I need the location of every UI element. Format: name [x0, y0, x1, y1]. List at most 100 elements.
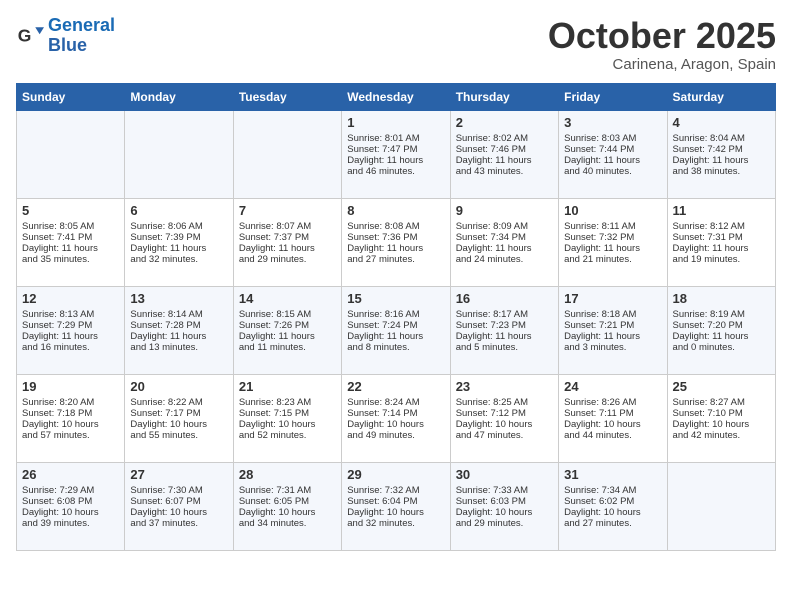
day-info-line: Daylight: 11 hours — [456, 155, 553, 166]
day-info-line: Daylight: 11 hours — [564, 155, 661, 166]
day-info-line: Daylight: 11 hours — [564, 331, 661, 342]
day-number: 16 — [456, 291, 553, 306]
day-info-line: Sunrise: 8:19 AM — [673, 309, 770, 320]
day-info-line: Daylight: 10 hours — [673, 419, 770, 430]
day-info-line: Sunset: 7:41 PM — [22, 232, 119, 243]
day-info-line: Sunrise: 8:08 AM — [347, 221, 444, 232]
day-info-line: Sunset: 7:42 PM — [673, 144, 770, 155]
day-info-line: Sunset: 6:05 PM — [239, 496, 336, 507]
day-info-line: Sunset: 7:36 PM — [347, 232, 444, 243]
weekday-header-row: SundayMondayTuesdayWednesdayThursdayFrid… — [17, 83, 776, 110]
day-number: 31 — [564, 467, 661, 482]
day-info-line: Sunset: 7:20 PM — [673, 320, 770, 331]
day-info-line: Sunrise: 8:07 AM — [239, 221, 336, 232]
weekday-header-cell: Monday — [125, 83, 233, 110]
calendar-week-row: 19Sunrise: 8:20 AMSunset: 7:18 PMDayligh… — [17, 374, 776, 462]
day-info-line: Sunrise: 8:27 AM — [673, 397, 770, 408]
calendar-cell: 28Sunrise: 7:31 AMSunset: 6:05 PMDayligh… — [233, 462, 341, 550]
day-info-line: Sunrise: 7:32 AM — [347, 485, 444, 496]
day-info-line: and 44 minutes. — [564, 430, 661, 441]
day-info-line: Sunrise: 8:25 AM — [456, 397, 553, 408]
calendar-week-row: 26Sunrise: 7:29 AMSunset: 6:08 PMDayligh… — [17, 462, 776, 550]
day-info-line: Sunset: 7:23 PM — [456, 320, 553, 331]
day-number: 7 — [239, 203, 336, 218]
day-info-line: Sunrise: 8:22 AM — [130, 397, 227, 408]
day-info-line: and 3 minutes. — [564, 342, 661, 353]
day-info-line: Daylight: 11 hours — [347, 155, 444, 166]
day-number: 17 — [564, 291, 661, 306]
day-info-line: Daylight: 10 hours — [456, 419, 553, 430]
day-info-line: Sunset: 7:32 PM — [564, 232, 661, 243]
day-info-line: and 29 minutes. — [239, 254, 336, 265]
calendar-cell: 6 Sunrise: 8:06 AMSunset: 7:39 PMDaylight… — [125, 198, 233, 286]
logo: G General Blue — [16, 16, 115, 56]
logo-text: General Blue — [48, 16, 115, 56]
calendar-cell: 4Sunrise: 8:04 AMSunset: 7:42 PMDaylight… — [667, 110, 775, 198]
day-info-line: Sunset: 7:44 PM — [564, 144, 661, 155]
day-info-line: Daylight: 10 hours — [564, 507, 661, 518]
calendar-cell: 25Sunrise: 8:27 AMSunset: 7:10 PMDayligh… — [667, 374, 775, 462]
day-info-line: and 39 minutes. — [22, 518, 119, 529]
day-info-line: Sunrise: 8:24 AM — [347, 397, 444, 408]
day-info-line: Sunrise: 8:23 AM — [239, 397, 336, 408]
day-number: 3 — [564, 115, 661, 130]
weekday-header-cell: Tuesday — [233, 83, 341, 110]
calendar-week-row: 12Sunrise: 8:13 AMSunset: 7:29 PMDayligh… — [17, 286, 776, 374]
day-info-line: Sunrise: 8:02 AM — [456, 133, 553, 144]
day-info-line: Sunrise: 8:06 AM — [130, 221, 227, 232]
calendar-cell: 19Sunrise: 8:20 AMSunset: 7:18 PMDayligh… — [17, 374, 125, 462]
logo-line2: Blue — [48, 35, 87, 55]
day-number: 15 — [347, 291, 444, 306]
day-number: 26 — [22, 467, 119, 482]
day-info-line: Sunset: 6:08 PM — [22, 496, 119, 507]
day-number: 29 — [347, 467, 444, 482]
title-area: October 2025 Carinena, Aragon, Spain — [548, 16, 776, 73]
day-number: 27 — [130, 467, 227, 482]
day-info-line: and 35 minutes. — [22, 254, 119, 265]
day-info-line: Daylight: 10 hours — [456, 507, 553, 518]
day-info-line: Sunset: 7:47 PM — [347, 144, 444, 155]
day-info-line: Daylight: 10 hours — [564, 419, 661, 430]
day-info-line: and 13 minutes. — [130, 342, 227, 353]
day-info-line: Daylight: 11 hours — [239, 243, 336, 254]
day-info-line: and 8 minutes. — [347, 342, 444, 353]
calendar-cell: 27Sunrise: 7:30 AMSunset: 6:07 PMDayligh… — [125, 462, 233, 550]
calendar-cell — [125, 110, 233, 198]
day-info-line: Sunrise: 8:04 AM — [673, 133, 770, 144]
day-info-line: Daylight: 11 hours — [673, 155, 770, 166]
day-info-line: Sunset: 6:04 PM — [347, 496, 444, 507]
day-number: 20 — [130, 379, 227, 394]
logo-icon: G — [16, 22, 44, 50]
day-info-line: Sunrise: 8:03 AM — [564, 133, 661, 144]
day-info-line: Sunset: 7:39 PM — [130, 232, 227, 243]
day-number: 12 — [22, 291, 119, 306]
day-info-line: and 24 minutes. — [456, 254, 553, 265]
day-info-line: Sunset: 7:26 PM — [239, 320, 336, 331]
calendar-cell: 14Sunrise: 8:15 AMSunset: 7:26 PMDayligh… — [233, 286, 341, 374]
day-info-line: Sunrise: 8:05 AM — [22, 221, 119, 232]
day-info-line: Sunset: 7:21 PM — [564, 320, 661, 331]
day-info-line: Sunset: 7:29 PM — [22, 320, 119, 331]
day-info-line: and 32 minutes. — [130, 254, 227, 265]
calendar-week-row: 5Sunrise: 8:05 AMSunset: 7:41 PMDaylight… — [17, 198, 776, 286]
day-info-line: and 47 minutes. — [456, 430, 553, 441]
day-info-line: Daylight: 10 hours — [347, 419, 444, 430]
calendar-cell: 10Sunrise: 8:11 AMSunset: 7:32 PMDayligh… — [559, 198, 667, 286]
weekday-header-cell: Saturday — [667, 83, 775, 110]
calendar-cell: 17Sunrise: 8:18 AMSunset: 7:21 PMDayligh… — [559, 286, 667, 374]
calendar-cell: 5Sunrise: 8:05 AMSunset: 7:41 PMDaylight… — [17, 198, 125, 286]
day-info-line: Daylight: 10 hours — [347, 507, 444, 518]
day-info-line: Daylight: 11 hours — [22, 243, 119, 254]
day-info-line: Sunrise: 8:15 AM — [239, 309, 336, 320]
day-info-line: and 16 minutes. — [22, 342, 119, 353]
day-info-line: Daylight: 11 hours — [130, 243, 227, 254]
calendar-body: 1Sunrise: 8:01 AMSunset: 7:47 PMDaylight… — [17, 110, 776, 550]
calendar-cell: 8Sunrise: 8:08 AMSunset: 7:36 PMDaylight… — [342, 198, 450, 286]
calendar-cell: 11Sunrise: 8:12 AMSunset: 7:31 PMDayligh… — [667, 198, 775, 286]
calendar-cell: 9Sunrise: 8:09 AMSunset: 7:34 PMDaylight… — [450, 198, 558, 286]
day-info-line: Sunset: 7:18 PM — [22, 408, 119, 419]
day-number: 6 — [130, 203, 227, 218]
day-number: 25 — [673, 379, 770, 394]
calendar-cell: 13Sunrise: 8:14 AMSunset: 7:28 PMDayligh… — [125, 286, 233, 374]
day-info-line: Daylight: 11 hours — [130, 331, 227, 342]
